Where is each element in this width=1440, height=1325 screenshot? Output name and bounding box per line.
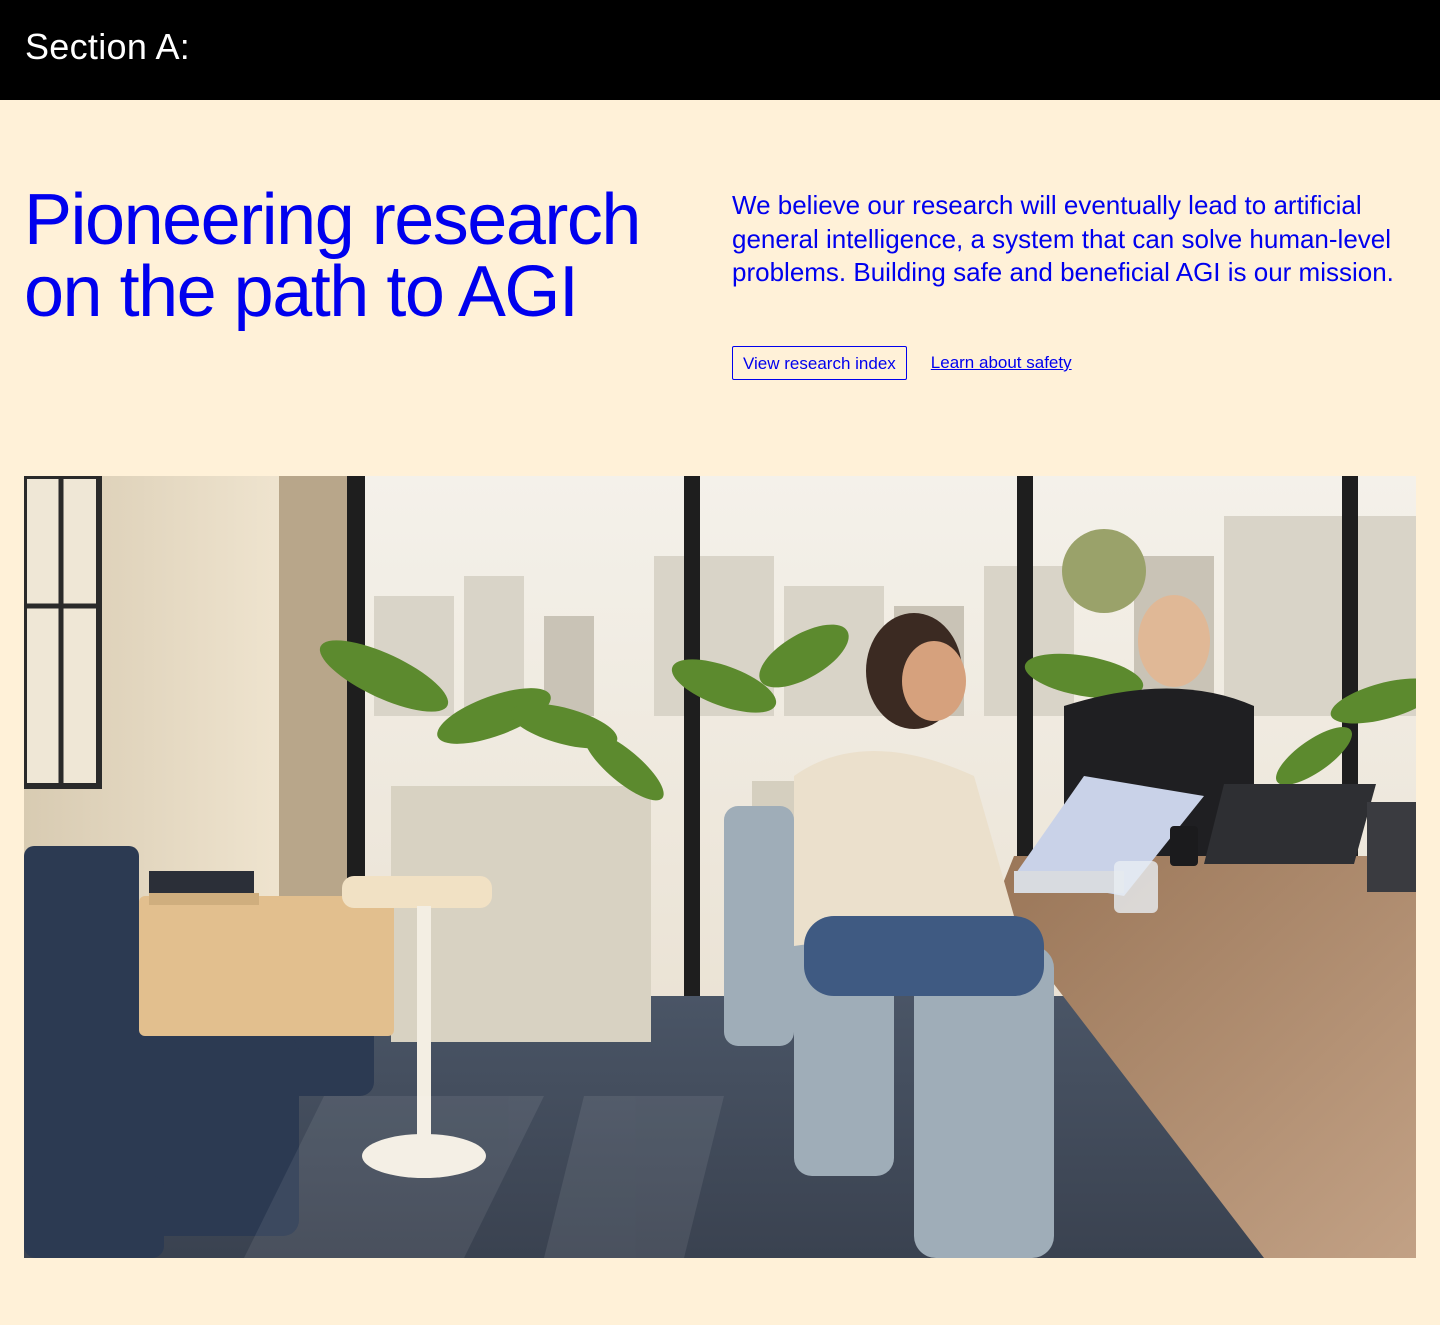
hero-actions: View research index Learn about safety	[732, 346, 1072, 380]
section-header-bar: Section A:	[0, 0, 1440, 100]
research-hero: Pioneering research on the path to AGI W…	[0, 100, 1440, 1325]
learn-about-safety-link[interactable]: Learn about safety	[931, 353, 1072, 373]
hero-description: We believe our research will eventually …	[732, 190, 1394, 287]
view-research-index-button[interactable]: View research index	[732, 346, 907, 380]
hero-headline: Pioneering research on the path to AGI	[24, 180, 641, 332]
office-meeting-photo	[24, 476, 1416, 1258]
section-label: Section A:	[25, 26, 191, 67]
office-meeting-illustration	[24, 476, 1416, 1258]
